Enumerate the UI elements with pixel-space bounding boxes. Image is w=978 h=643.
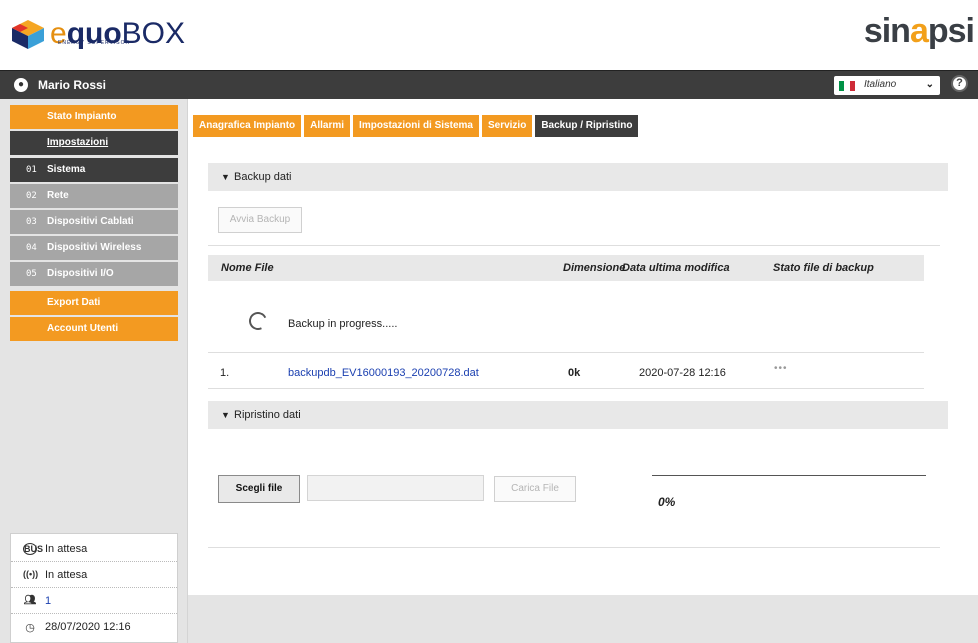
progress-text: Backup in progress..... bbox=[288, 318, 398, 330]
help-icon[interactable]: ? bbox=[951, 75, 968, 92]
sidebar-item-stato-impianto[interactable]: Stato Impianto bbox=[10, 105, 178, 129]
wireless-status-row: ((•)) In attesa bbox=[11, 562, 177, 588]
wireless-status: In attesa bbox=[45, 569, 88, 581]
row-date: 2020-07-28 12:16 bbox=[639, 367, 726, 379]
sinapsi-logo: sinapsi bbox=[863, 12, 975, 50]
sidebar-item-rete[interactable]: 02 Rete bbox=[10, 184, 178, 208]
backup-section-header[interactable]: ▼ Backup dati bbox=[208, 163, 948, 191]
column-header-date: Data ultima modifica bbox=[622, 262, 730, 274]
tab-allarmi[interactable]: Allarmi bbox=[304, 115, 351, 137]
tab-servizio[interactable]: Servizio bbox=[481, 115, 533, 137]
divider bbox=[208, 388, 924, 389]
bus-status-row: BUS In attesa bbox=[11, 536, 177, 562]
tab-bar: Anagrafica Impianto Allarmi Impostazioni… bbox=[193, 115, 639, 137]
spinner-icon bbox=[246, 309, 270, 333]
datetime: 28/07/2020 12:16 bbox=[45, 621, 131, 633]
main-panel: Anagrafica Impianto Allarmi Impostazioni… bbox=[188, 99, 978, 595]
row-size: 0k bbox=[568, 367, 581, 379]
clock-icon: ◷ bbox=[25, 622, 35, 634]
backup-table-header: Nome File Dimensione Data ultima modific… bbox=[208, 255, 924, 281]
bus-status: In attesa bbox=[45, 543, 88, 555]
tab-anagrafica-impianto[interactable]: Anagrafica Impianto bbox=[193, 115, 302, 137]
divider bbox=[208, 547, 940, 548]
user-bar: ● Mario Rossi Italiano ⌄ bbox=[0, 70, 978, 99]
language-select[interactable]: Italiano ⌄ bbox=[834, 76, 940, 95]
file-name-field[interactable] bbox=[307, 475, 484, 501]
divider bbox=[208, 245, 940, 246]
status-dots: ••• bbox=[774, 363, 788, 374]
choose-file-button[interactable]: Scegli file bbox=[218, 475, 300, 503]
users-count: 1 bbox=[45, 595, 52, 607]
sidebar-item-dispositivi-cablati[interactable]: 03 Dispositivi Cablati bbox=[10, 210, 178, 234]
user-name: Mario Rossi bbox=[38, 78, 107, 92]
sidebar-item-dispositivi-io[interactable]: 05 Dispositivi I/O bbox=[10, 262, 178, 286]
tab-backup-ripristino[interactable]: Backup / Ripristino bbox=[535, 115, 639, 137]
footer-area bbox=[188, 595, 978, 643]
upload-progress-text: 0% bbox=[658, 495, 676, 509]
tab-impostazioni-sistema[interactable]: Impostazioni di Sistema bbox=[353, 115, 479, 137]
users-row: 👥︎ 1 bbox=[11, 588, 177, 614]
sidebar-item-sistema[interactable]: 01 Sistema bbox=[10, 158, 178, 182]
logo-subtitle: ENERGY SUPERVISOR bbox=[58, 40, 131, 46]
equobox-cube-icon bbox=[12, 20, 44, 49]
row-index: 1. bbox=[220, 367, 230, 379]
restore-section-header[interactable]: ▼ Ripristino dati bbox=[208, 401, 948, 429]
chevron-down-icon: ⌄ bbox=[925, 79, 934, 90]
sidebar-item-impostazioni[interactable]: Impostazioni bbox=[10, 131, 178, 155]
upload-file-button[interactable]: Carica File bbox=[494, 476, 576, 502]
sidebar-item-account-utenti[interactable]: Account Utenti bbox=[10, 317, 178, 341]
app-header: equoBOX ENERGY SUPERVISOR sinapsi bbox=[0, 0, 978, 70]
column-header-size: Dimensione bbox=[563, 262, 626, 274]
upload-progress-bar bbox=[652, 475, 926, 476]
status-panel: BUS In attesa ((•)) In attesa 👥︎ 1 ◷ 28/… bbox=[10, 533, 178, 643]
user-icon: ● bbox=[14, 78, 28, 92]
bus-icon: BUS bbox=[23, 543, 44, 555]
sidebar-item-export-dati[interactable]: Export Dati bbox=[10, 291, 178, 315]
divider bbox=[208, 352, 924, 353]
datetime-row: ◷ 28/07/2020 12:16 bbox=[11, 614, 177, 640]
wireless-icon: ((•)) bbox=[23, 569, 39, 579]
collapse-triangle-icon: ▼ bbox=[221, 410, 230, 420]
column-header-file: Nome File bbox=[221, 262, 274, 274]
sidebar-item-dispositivi-wireless[interactable]: 04 Dispositivi Wireless bbox=[10, 236, 178, 260]
column-header-status: Stato file di backup bbox=[773, 262, 874, 274]
language-label: Italiano bbox=[864, 79, 897, 90]
backup-file-link[interactable]: backupdb_EV16000193_20200728.dat bbox=[288, 367, 479, 379]
start-backup-button[interactable]: Avvia Backup bbox=[218, 207, 302, 233]
italy-flag-icon bbox=[839, 81, 855, 91]
users-icon: 👥︎ bbox=[23, 595, 37, 606]
collapse-triangle-icon: ▼ bbox=[221, 172, 230, 182]
